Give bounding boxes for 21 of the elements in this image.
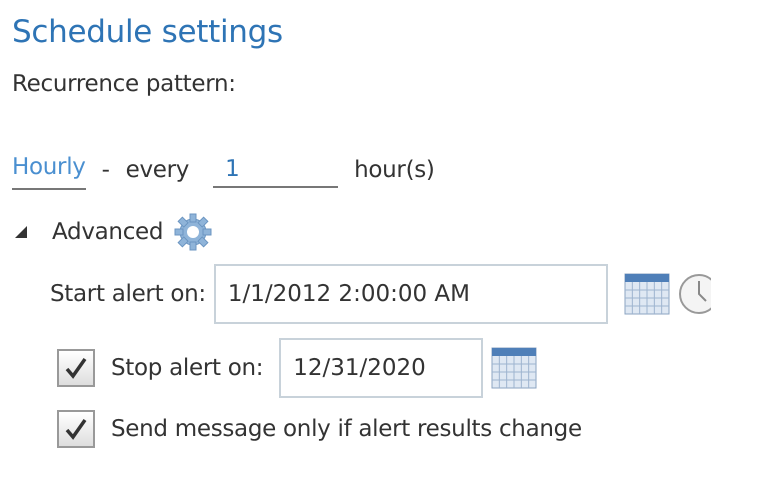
clock-icon[interactable] [678,273,711,316]
field-label: Recurrence pattern: [12,70,236,100]
expander-icon[interactable] [14,225,28,240]
section-title: Schedule settings [12,14,284,52]
checkbox[interactable] [57,349,95,388]
checkmark-icon [63,355,89,382]
gear-icon[interactable] [173,212,214,252]
interval-field[interactable]: 1 [213,152,338,188]
calendar-icon[interactable] [491,345,538,392]
field-label: Start alert on: [50,280,206,309]
date-time-field[interactable]: 1/1/2012 2:00:00 AM [214,264,608,324]
unit-label: hour(s) [354,156,435,185]
checkbox-label: Send message only if alert results change [111,414,582,444]
every-label: every [126,156,190,185]
separator-text: - [102,156,110,185]
checkbox[interactable] [57,410,95,448]
checkmark-icon [63,416,89,442]
advanced-label[interactable]: Advanced [52,214,164,250]
date-field[interactable]: 12/31/2020 [279,338,484,398]
calendar-icon[interactable] [624,271,670,318]
field-label: Stop alert on: [111,354,264,383]
